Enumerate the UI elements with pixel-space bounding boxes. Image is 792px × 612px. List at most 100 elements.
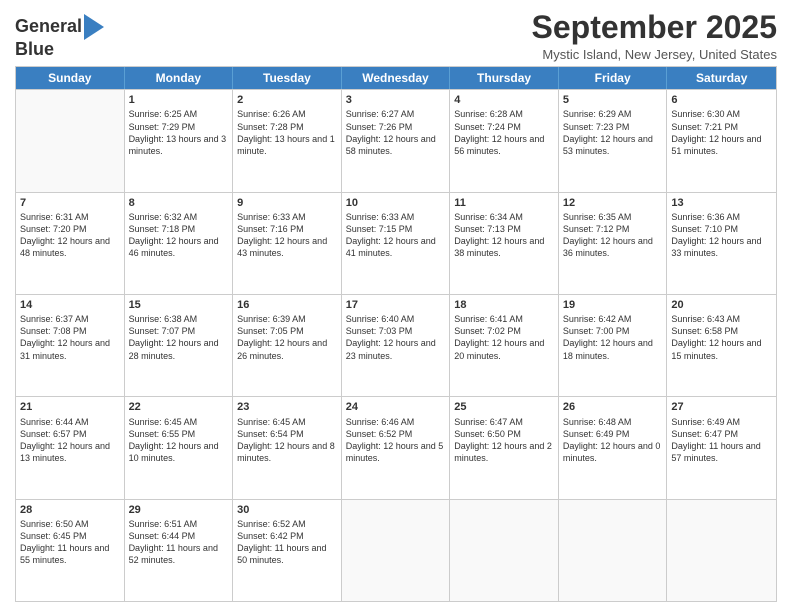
cal-cell: 8Sunrise: 6:32 AMSunset: 7:18 PMDaylight… (125, 193, 234, 294)
header: General Blue September 2025 Mystic Islan… (15, 10, 777, 62)
day-number: 26 (563, 400, 663, 414)
subtitle: Mystic Island, New Jersey, United States (532, 47, 777, 62)
cal-cell: 28Sunrise: 6:50 AMSunset: 6:45 PMDayligh… (16, 500, 125, 601)
cell-info: Sunrise: 6:50 AMSunset: 6:45 PMDaylight:… (20, 518, 120, 567)
day-number: 5 (563, 93, 663, 107)
cal-cell: 12Sunrise: 6:35 AMSunset: 7:12 PMDayligh… (559, 193, 668, 294)
cell-info: Sunrise: 6:48 AMSunset: 6:49 PMDaylight:… (563, 416, 663, 465)
cal-header-sunday: Sunday (16, 67, 125, 89)
cal-header-saturday: Saturday (667, 67, 776, 89)
cal-cell: 4Sunrise: 6:28 AMSunset: 7:24 PMDaylight… (450, 90, 559, 191)
cal-cell (667, 500, 776, 601)
cal-cell: 27 Sunrise: 6:49 AMSunset: 6:47 PMDayligh… (667, 397, 776, 498)
day-number: 8 (129, 196, 229, 210)
cell-info: Sunrise: 6:44 AMSunset: 6:57 PMDaylight:… (20, 416, 120, 465)
cell-info: Sunrise: 6:37 AMSunset: 7:08 PMDaylight:… (20, 313, 120, 362)
cal-week-2: 7Sunrise: 6:31 AMSunset: 7:20 PMDaylight… (16, 192, 776, 294)
day-number: 24 (346, 400, 446, 414)
day-number: 29 (129, 503, 229, 517)
cal-cell: 11Sunrise: 6:34 AMSunset: 7:13 PMDayligh… (450, 193, 559, 294)
cal-cell (342, 500, 451, 601)
calendar-body: 1Sunrise: 6:25 AMSunset: 7:29 PMDaylight… (16, 89, 776, 601)
title-block: September 2025 Mystic Island, New Jersey… (532, 10, 777, 62)
cal-cell (559, 500, 668, 601)
cell-info: Sunrise: 6:26 AMSunset: 7:28 PMDaylight:… (237, 108, 337, 157)
cal-cell: 25 Sunrise: 6:47 AMSunset: 6:50 PMDayligh… (450, 397, 559, 498)
cal-header-monday: Monday (125, 67, 234, 89)
cell-info: Sunrise: 6:30 AMSunset: 7:21 PMDaylight:… (671, 108, 772, 157)
cell-info: Sunrise: 6:40 AMSunset: 7:03 PMDaylight:… (346, 313, 446, 362)
day-number: 28 (20, 503, 120, 517)
cal-cell: 17Sunrise: 6:40 AMSunset: 7:03 PMDayligh… (342, 295, 451, 396)
cal-cell: 26 Sunrise: 6:48 AMSunset: 6:49 PMDayligh… (559, 397, 668, 498)
cal-cell: 5Sunrise: 6:29 AMSunset: 7:23 PMDaylight… (559, 90, 668, 191)
logo: General Blue (15, 14, 104, 60)
cal-cell: 9Sunrise: 6:33 AMSunset: 7:16 PMDaylight… (233, 193, 342, 294)
day-number: 22 (129, 400, 229, 414)
day-number: 15 (129, 298, 229, 312)
cal-cell: 19Sunrise: 6:42 AMSunset: 7:00 PMDayligh… (559, 295, 668, 396)
cell-info: Sunrise: 6:42 AMSunset: 7:00 PMDaylight:… (563, 313, 663, 362)
cal-cell: 23 Sunrise: 6:45 AMSunset: 6:54 PMDayligh… (233, 397, 342, 498)
page: General Blue September 2025 Mystic Islan… (0, 0, 792, 612)
day-number: 21 (20, 400, 120, 414)
cell-info: Sunrise: 6:45 AMSunset: 6:55 PMDaylight:… (129, 416, 229, 465)
cal-cell: 7Sunrise: 6:31 AMSunset: 7:20 PMDaylight… (16, 193, 125, 294)
cal-cell: 15Sunrise: 6:38 AMSunset: 7:07 PMDayligh… (125, 295, 234, 396)
cell-info: Sunrise: 6:45 AMSunset: 6:54 PMDaylight:… (237, 416, 337, 465)
cell-info: Sunrise: 6:31 AMSunset: 7:20 PMDaylight:… (20, 211, 120, 260)
day-number: 14 (20, 298, 120, 312)
cell-info: Sunrise: 6:52 AMSunset: 6:42 PMDaylight:… (237, 518, 337, 567)
day-number: 20 (671, 298, 772, 312)
cell-info: Sunrise: 6:34 AMSunset: 7:13 PMDaylight:… (454, 211, 554, 260)
day-number: 1 (129, 93, 229, 107)
day-number: 19 (563, 298, 663, 312)
day-number: 9 (237, 196, 337, 210)
cell-info: Sunrise: 6:33 AMSunset: 7:16 PMDaylight:… (237, 211, 337, 260)
cal-cell: 14Sunrise: 6:37 AMSunset: 7:08 PMDayligh… (16, 295, 125, 396)
day-number: 7 (20, 196, 120, 210)
cal-cell: 13Sunrise: 6:36 AMSunset: 7:10 PMDayligh… (667, 193, 776, 294)
month-title: September 2025 (532, 10, 777, 45)
cell-info: Sunrise: 6:32 AMSunset: 7:18 PMDaylight:… (129, 211, 229, 260)
day-number: 18 (454, 298, 554, 312)
day-number: 23 (237, 400, 337, 414)
cal-cell: 18Sunrise: 6:41 AMSunset: 7:02 PMDayligh… (450, 295, 559, 396)
cell-info: Sunrise: 6:46 AMSunset: 6:52 PMDaylight:… (346, 416, 446, 465)
cell-info: Sunrise: 6:25 AMSunset: 7:29 PMDaylight:… (129, 108, 229, 157)
cell-info: Sunrise: 6:36 AMSunset: 7:10 PMDaylight:… (671, 211, 772, 260)
cell-info: Sunrise: 6:43 AMSunset: 6:58 PMDaylight:… (671, 313, 772, 362)
cal-cell: 20Sunrise: 6:43 AMSunset: 6:58 PMDayligh… (667, 295, 776, 396)
cell-info: Sunrise: 6:39 AMSunset: 7:05 PMDaylight:… (237, 313, 337, 362)
cal-cell: 24 Sunrise: 6:46 AMSunset: 6:52 PMDayligh… (342, 397, 451, 498)
cell-info: Sunrise: 6:49 AMSunset: 6:47 PMDaylight:… (671, 416, 772, 465)
cell-info: Sunrise: 6:35 AMSunset: 7:12 PMDaylight:… (563, 211, 663, 260)
day-number: 27 (671, 400, 772, 414)
cell-info: Sunrise: 6:29 AMSunset: 7:23 PMDaylight:… (563, 108, 663, 157)
cell-info: Sunrise: 6:41 AMSunset: 7:02 PMDaylight:… (454, 313, 554, 362)
cell-info: Sunrise: 6:47 AMSunset: 6:50 PMDaylight:… (454, 416, 554, 465)
day-number: 10 (346, 196, 446, 210)
cal-header-wednesday: Wednesday (342, 67, 451, 89)
cal-cell: 1Sunrise: 6:25 AMSunset: 7:29 PMDaylight… (125, 90, 234, 191)
cal-cell: 10Sunrise: 6:33 AMSunset: 7:15 PMDayligh… (342, 193, 451, 294)
cell-info: Sunrise: 6:28 AMSunset: 7:24 PMDaylight:… (454, 108, 554, 157)
cal-cell: 30Sunrise: 6:52 AMSunset: 6:42 PMDayligh… (233, 500, 342, 601)
day-number: 3 (346, 93, 446, 107)
cal-cell: 3Sunrise: 6:27 AMSunset: 7:26 PMDaylight… (342, 90, 451, 191)
cal-week-4: 21 Sunrise: 6:44 AMSunset: 6:57 PMDayligh… (16, 396, 776, 498)
day-number: 16 (237, 298, 337, 312)
cal-header-thursday: Thursday (450, 67, 559, 89)
day-number: 12 (563, 196, 663, 210)
day-number: 25 (454, 400, 554, 414)
cal-cell: 22 Sunrise: 6:45 AMSunset: 6:55 PMDayligh… (125, 397, 234, 498)
cal-cell: 2Sunrise: 6:26 AMSunset: 7:28 PMDaylight… (233, 90, 342, 191)
cal-week-5: 28Sunrise: 6:50 AMSunset: 6:45 PMDayligh… (16, 499, 776, 601)
cal-cell: 21 Sunrise: 6:44 AMSunset: 6:57 PMDayligh… (16, 397, 125, 498)
logo-text-general: General (15, 17, 82, 37)
cell-info: Sunrise: 6:51 AMSunset: 6:44 PMDaylight:… (129, 518, 229, 567)
cal-cell: 29Sunrise: 6:51 AMSunset: 6:44 PMDayligh… (125, 500, 234, 601)
cal-cell (16, 90, 125, 191)
calendar: SundayMondayTuesdayWednesdayThursdayFrid… (15, 66, 777, 602)
cal-week-3: 14Sunrise: 6:37 AMSunset: 7:08 PMDayligh… (16, 294, 776, 396)
